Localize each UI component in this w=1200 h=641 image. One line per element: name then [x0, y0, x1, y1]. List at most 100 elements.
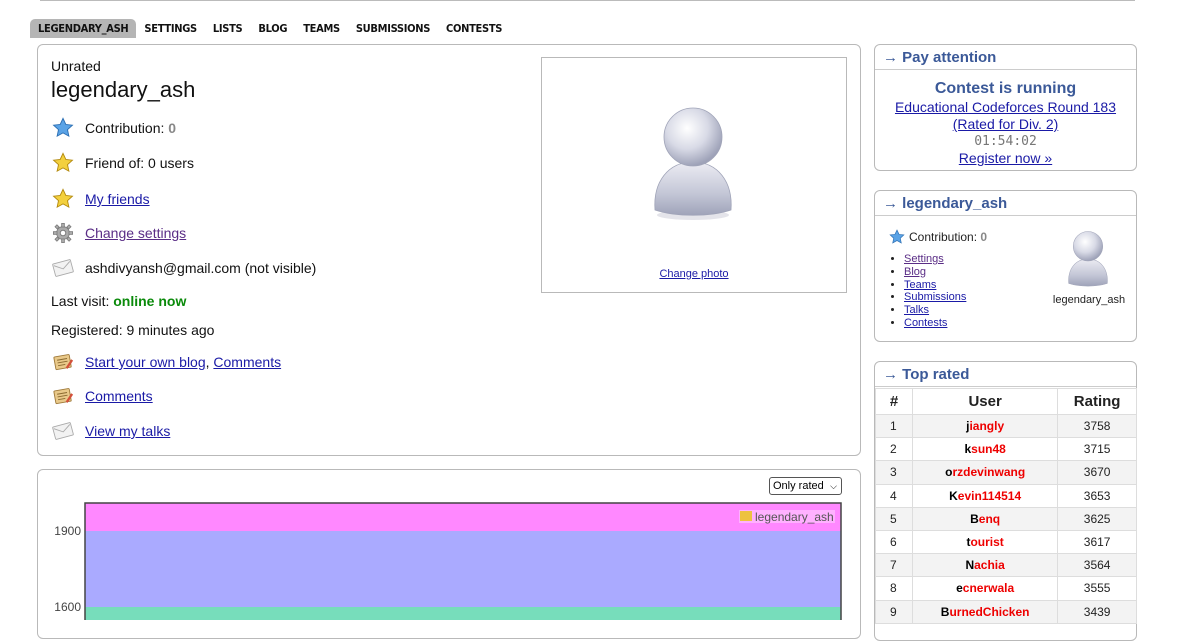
profile-panel: Unrated legendary_ash Contribution: 0 Fr… — [37, 44, 861, 456]
contest-timer: 01:54:02 — [974, 134, 1037, 149]
user-link-submissions[interactable]: Submissions — [904, 291, 966, 303]
tab-contests[interactable]: CONTESTS — [438, 19, 510, 38]
user-cell[interactable]: Benq — [911, 506, 1059, 531]
last-visit-row: Last visit: online now — [51, 293, 186, 309]
user-link-settings[interactable]: Settings — [904, 253, 944, 265]
profile-tabs: LEGENDARY_ASH SETTINGS LISTS BLOG TEAMS … — [30, 19, 510, 39]
tab-submissions[interactable]: SUBMISSIONS — [348, 19, 438, 38]
user-cell[interactable]: Kevin114514 — [911, 483, 1059, 508]
rating-cell: 3715 — [1057, 437, 1137, 462]
rank-cell: 7 — [875, 553, 913, 578]
tab-settings[interactable]: SETTINGS — [136, 19, 204, 38]
user-first-letter: B — [970, 511, 979, 526]
rating-cell: 3653 — [1057, 483, 1137, 508]
top-rated-title: → Top rated — [875, 362, 1136, 387]
blog-row: Start your own blog, Comments — [51, 350, 281, 374]
rating-cell: 3439 — [1057, 599, 1137, 624]
blue-star-icon — [889, 229, 905, 244]
change-photo-link[interactable]: Change photo — [542, 268, 846, 280]
column-header-rank: # — [875, 388, 913, 415]
talks-row: View my talks — [51, 419, 170, 443]
user-link-talks[interactable]: Talks — [904, 304, 929, 316]
gear-icon — [51, 221, 75, 245]
rank-cell: 8 — [875, 576, 913, 601]
user-cell[interactable]: BurnedChicken — [911, 599, 1059, 624]
user-handle: legendary_ash — [51, 77, 196, 102]
user-rest: sun48 — [971, 442, 1006, 457]
table-row: 8 ecnerwala 3555 — [875, 576, 1137, 601]
contest-name-line2: (Rated for Div. 2) — [952, 116, 1059, 132]
y-tick-label: 1600 — [54, 600, 81, 614]
table-row: 7 Nachia 3564 — [875, 553, 1137, 578]
user-box-links: Settings Blog Teams Submissions Talks Co… — [889, 253, 966, 330]
registered-text: Registered: 9 minutes ago — [51, 322, 215, 338]
user-rank: Unrated — [51, 58, 101, 74]
rating-cell: 3625 — [1057, 506, 1137, 531]
user-link-teams[interactable]: Teams — [904, 279, 936, 291]
table-row: 9 BurnedChicken 3439 — [875, 599, 1137, 624]
registered-row: Registered: 9 minutes ago — [51, 322, 214, 338]
blog-icon — [51, 350, 75, 374]
rating-cell: 3617 — [1057, 529, 1137, 555]
user-first-letter: e — [956, 581, 963, 596]
tab-lists[interactable]: LISTS — [205, 19, 251, 38]
envelope-icon — [51, 419, 75, 443]
rating-filter-select[interactable]: Only rated ⌵ — [769, 477, 842, 495]
change-settings-link[interactable]: Change settings — [85, 225, 186, 241]
user-box-contribution-label: Contribution: — [909, 230, 978, 244]
blue-star-icon — [51, 116, 75, 140]
avatar-placeholder-icon — [654, 107, 732, 220]
user-rest: rzdevinwang — [952, 465, 1026, 480]
top-rated-box: → Top rated # User Rating 1 jiangly 3758 2 k… — [874, 361, 1137, 641]
user-rest: evin114514 — [957, 488, 1022, 503]
start-blog-link[interactable]: Start your own blog — [85, 354, 206, 370]
email-text: ashdivyansh@gmail.com (not visible) — [85, 260, 317, 276]
my-friends-row: My friends — [51, 187, 150, 211]
user-first-letter: K — [949, 488, 958, 503]
user-cell[interactable]: ksun48 — [911, 437, 1059, 462]
user-rest: cnerwala — [962, 581, 1015, 596]
table-row: 1 jiangly 3758 — [875, 413, 1137, 439]
rank-cell: 9 — [875, 599, 913, 624]
user-rest: urnedChicken — [949, 604, 1030, 619]
tab-blog[interactable]: BLOG — [250, 19, 295, 38]
user-cell[interactable]: tourist — [911, 529, 1059, 555]
rating-chart-panel: 1900 1600 legendary_ash — [37, 469, 861, 639]
comments-link-2[interactable]: Comments — [85, 388, 153, 404]
pay-attention-box: → Pay attention Contest is running Educa… — [874, 44, 1137, 171]
user-cell[interactable]: jiangly — [911, 413, 1059, 439]
view-talks-link[interactable]: View my talks — [85, 423, 170, 439]
top-band — [85, 503, 841, 531]
contest-link[interactable]: Educational Codeforces Round 183 (Rated … — [875, 99, 1136, 133]
table-row: 2 ksun48 3715 — [875, 437, 1137, 462]
comments-link[interactable]: Comments — [213, 354, 281, 370]
user-box-name: legendary_ash — [1052, 294, 1126, 306]
register-now-link[interactable]: Register now » — [875, 150, 1136, 166]
tab-teams[interactable]: TEAMS — [295, 19, 348, 38]
contribution-value: 0 — [168, 120, 177, 136]
user-cell[interactable]: orzdevinwang — [911, 460, 1059, 485]
friend-of-row: Friend of: 0 users — [51, 151, 194, 175]
pay-attention-title: → Pay attention — [875, 45, 1136, 70]
rank-cell: 3 — [875, 460, 913, 485]
rank-cell: 6 — [875, 529, 913, 555]
my-friends-link[interactable]: My friends — [85, 191, 150, 207]
user-cell[interactable]: ecnerwala — [911, 576, 1059, 601]
user-link-contests[interactable]: Contests — [904, 317, 947, 329]
column-header-user: User — [911, 388, 1059, 415]
avatar-icon — [1068, 231, 1108, 287]
rating-cell: 3670 — [1057, 460, 1137, 485]
photo-box: Change photo — [541, 57, 847, 293]
y-tick-label: 1900 — [54, 524, 81, 538]
comma-separator: , — [205, 354, 210, 370]
user-box-contribution: Contribution: 0 — [889, 229, 987, 245]
top-rated-table: # User Rating 1 jiangly 3758 2 ksun48 3715 3 or… — [875, 388, 1137, 624]
rank-cell: 4 — [875, 483, 913, 508]
rank-cell: 2 — [875, 437, 913, 462]
last-visit-value: online now — [113, 293, 187, 309]
user-cell[interactable]: Nachia — [911, 553, 1059, 578]
change-settings-row: Change settings — [51, 221, 186, 245]
user-link-blog[interactable]: Blog — [904, 266, 926, 278]
tab-profile[interactable]: LEGENDARY_ASH — [30, 19, 137, 38]
bottom-band — [85, 607, 841, 620]
